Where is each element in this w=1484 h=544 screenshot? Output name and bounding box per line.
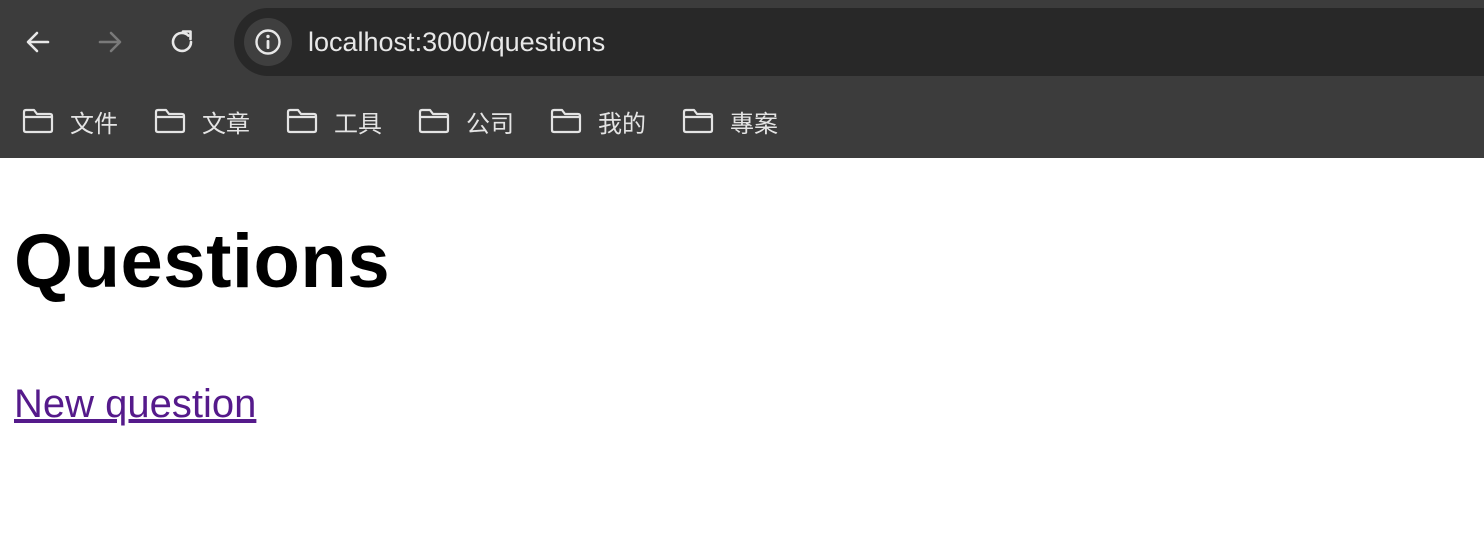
new-question-link[interactable]: New question <box>14 382 256 426</box>
bookmark-label: 工具 <box>334 109 382 138</box>
page-content: Questions New question <box>0 158 1484 544</box>
folder-icon <box>286 108 318 134</box>
bookmarks-bar: 文件 文章 工具 公司 我的 專案 <box>0 84 1484 158</box>
bookmark-wenjian[interactable]: 文件 <box>22 98 118 144</box>
address-bar[interactable]: localhost:3000/questions <box>234 8 1484 76</box>
info-icon <box>255 29 281 55</box>
bookmark-label: 我的 <box>598 109 646 138</box>
bookmark-gongju[interactable]: 工具 <box>286 98 382 144</box>
bookmark-gongsi[interactable]: 公司 <box>418 98 514 144</box>
folder-icon <box>682 108 714 134</box>
forward-button[interactable] <box>88 20 132 64</box>
folder-icon <box>418 108 450 134</box>
bookmark-wode[interactable]: 我的 <box>550 98 646 144</box>
folder-icon <box>154 108 186 134</box>
bookmark-wenzhang[interactable]: 文章 <box>154 98 250 144</box>
bookmark-label: 文章 <box>202 109 250 138</box>
back-button[interactable] <box>16 20 60 64</box>
url-text[interactable]: localhost:3000/questions <box>308 8 605 76</box>
browser-toolbar: localhost:3000/questions <box>0 0 1484 84</box>
browser-chrome: localhost:3000/questions 文件 文章 工具 公司 我的 … <box>0 0 1484 158</box>
site-info-button[interactable] <box>244 18 292 66</box>
bookmark-label: 文件 <box>70 109 118 138</box>
page-title: Questions <box>14 219 391 304</box>
reload-button[interactable] <box>160 20 204 64</box>
bookmark-label: 公司 <box>466 109 514 138</box>
reload-icon <box>171 30 193 53</box>
bookmark-zhuanan[interactable]: 專案 <box>682 98 778 144</box>
arrow-left-icon <box>26 31 50 53</box>
folder-icon <box>22 108 54 134</box>
arrow-right-icon <box>98 31 122 53</box>
folder-icon <box>550 108 582 134</box>
bookmark-label: 專案 <box>730 109 778 138</box>
